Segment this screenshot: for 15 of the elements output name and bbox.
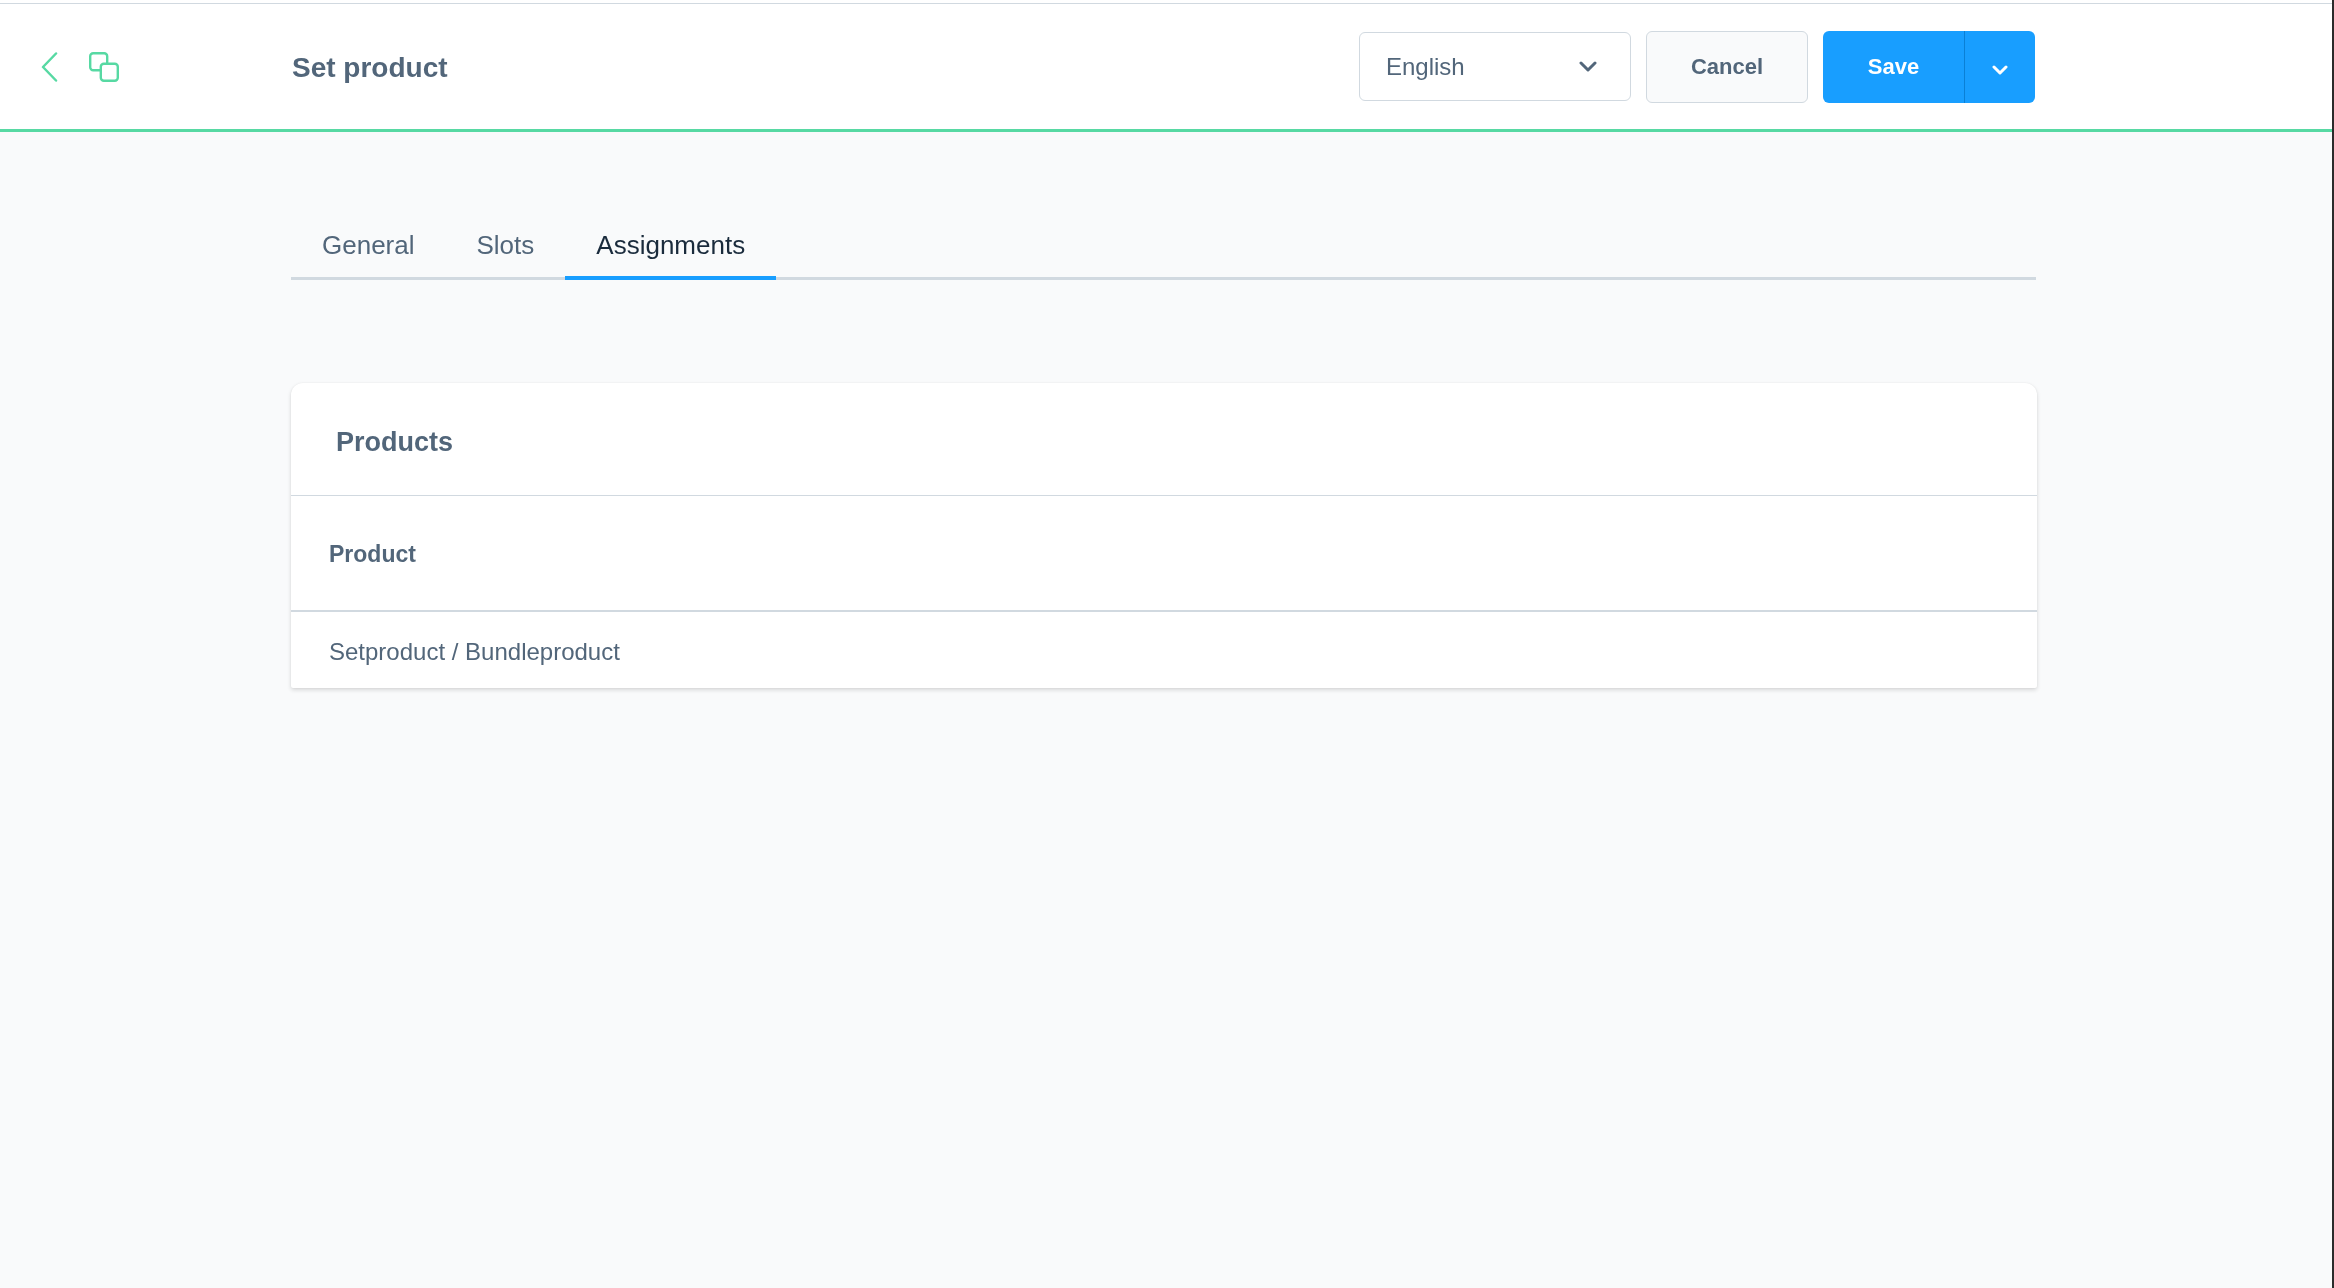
language-select[interactable]: English [1359,32,1631,101]
cancel-button[interactable]: Cancel [1646,30,1808,103]
copy-icon[interactable] [89,51,119,82]
tab[interactable]: Slots [445,212,566,280]
chevron-down-icon [1579,61,1597,72]
column-header: Product [328,539,417,569]
more-options-button[interactable] [1964,30,2035,103]
tab[interactable]: General [291,212,446,280]
caret-icon [1992,64,2008,75]
table-cell-text: Setproduct / Bundleproduct [328,636,621,667]
page-title: Set product [292,50,448,84]
back-icon[interactable] [41,51,58,82]
tab[interactable]: Assignments [565,212,777,280]
card-title: Products [336,426,454,458]
save-button[interactable]: Save [1823,30,1964,103]
